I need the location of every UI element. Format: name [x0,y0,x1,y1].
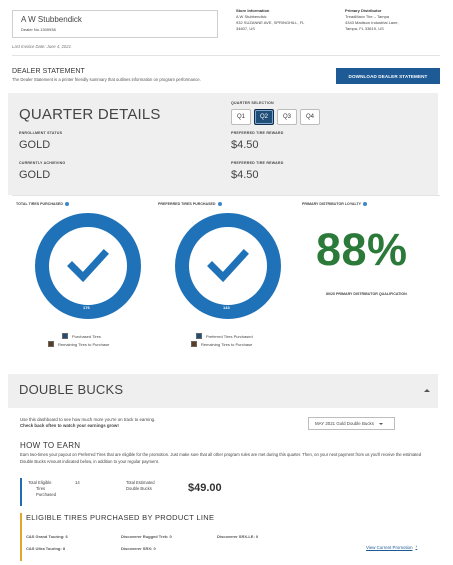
product-line-item: Discoverer Rugged Trek: 0 [121,534,172,539]
donut-ring [35,213,141,319]
info-icon[interactable] [217,202,222,206]
primary-distributor-loyalty-text: PRIMARY DISTRIBUTOR LOYALTY [302,202,362,206]
legend-label: Remaining Tires to Purchase [201,341,253,347]
legend-purchased-tires: Purchased Tires [62,333,101,339]
how-to-earn-title: HOW TO EARN [20,441,81,450]
view-current-promotion-link[interactable]: View Current Promotion › [366,544,417,550]
quarter-details-title: QUARTER DETAILS [19,106,161,123]
info-icon[interactable] [363,202,368,206]
preferred-tire-reward-label: PREFERRED TIRE REWARD [231,131,284,135]
legend-remaining-tires: Remaining Tires to Purchase [48,341,109,347]
enrollment-status-label: ENROLLMENT STATUS [19,131,63,135]
label-line: Double Bucks [126,486,152,491]
total-estimated-label: Total Estimated Double Bucks [126,480,155,492]
legend-preferred-tires: Preferred Tires Purchased [196,333,253,339]
promotion-select-value: MAY 2021 Gold Double Bucks [315,421,374,426]
legend-swatch [196,333,202,339]
total-tires-purchased-text: TOTAL TIRES PURCHASED [16,202,63,206]
preferred-tires-purchased-label: PREFERRED TIRES PURCHASED [158,202,222,206]
primary-distributor: Primary Distributor TreadMaxx Tire – Tam… [345,8,399,32]
legend-swatch [62,333,68,339]
view-current-promotion-text: View Current Promotion [366,544,413,550]
chevron-down-icon [378,422,383,425]
promotion-select[interactable]: MAY 2021 Gold Double Bucks [308,417,395,430]
dealer-name: A W Stubbendick [21,15,82,24]
preferred-tire-reward-label-2: PREFERRED TIRE REWARD [231,161,284,165]
quarter-q2-button[interactable]: Q2 [254,109,274,125]
loyalty-qualification: 80/20 PRIMARY DISTRIBUTOR QUALIFICATION [326,292,407,296]
preferred-tires-purchased-text: PREFERRED TIRES PURCHASED [158,202,216,206]
check-icon [67,249,109,283]
product-line-item: C&S Ultra Touring: 8 [26,546,66,551]
quarter-q1-button[interactable]: Q1 [231,109,251,125]
dealer-number: Dealer No.1309938 [21,27,56,32]
legend-remaining-preferred: Remaining Tires to Purchase [191,341,252,347]
collapse-caret-icon[interactable] [424,389,430,392]
quarter-q4-button[interactable]: Q4 [300,109,320,125]
preferred-tires-value: 143 [223,305,230,310]
total-estimated-value: $49.00 [188,482,222,494]
last-invoice-date: Last Invoice Date: June 4, 2021 [12,44,71,49]
preferred-tire-reward-value-2: $4.50 [231,169,259,181]
legend-swatch [48,341,54,347]
donut-ring [175,213,281,319]
total-eligible-label: Total Eligible Tires Purchased [28,480,56,498]
distributor-line-3: Tampa, FL 33619, US [345,26,384,31]
dealer-box: A W Stubbendick Dealer No.1309938 [12,10,218,38]
check-icon [207,249,249,283]
preferred-tires-donut: 143 [175,213,281,319]
total-tires-purchased-label: TOTAL TIRES PURCHASED [16,202,69,206]
legend-label: Purchased Tires [72,333,101,339]
label-line: Purchased [36,492,57,497]
divider [12,195,440,196]
currently-achieving-value: GOLD [19,169,51,181]
product-line-item: C&S Grand Touring: 6 [26,534,68,539]
total-tires-value: 176 [83,305,90,310]
product-line-item: Discoverer SRX-LE: 0 [217,534,259,539]
double-bucks-title: DOUBLE BUCKS [19,382,124,397]
chevron-right-icon: › [415,544,418,550]
product-line-item: Discoverer SRX: 0 [121,546,156,551]
intro-line-2: Check back often to watch your earnings … [20,423,119,428]
total-tires-donut: 176 [35,213,141,319]
loyalty-percent: 88% [316,224,408,275]
double-bucks-intro: Use this dashboard to see how much more … [20,417,155,429]
download-dealer-statement-button[interactable]: DOWNLOAD DEALER STATEMENT [336,68,440,84]
quarter-selection-label: QUARTER SELECTION [231,101,274,105]
dealer-statement-description: The Dealer Statement is a printer friend… [12,77,201,82]
preferred-tire-reward-value: $4.50 [231,139,259,151]
legend-swatch [191,341,197,347]
double-bucks-summary: Total Eligible Tires Purchased 14 Total … [20,478,246,506]
dealer-statement-title: DEALER STATEMENT [12,68,85,75]
how-to-earn-description: Earn two-times your payout on Preferred … [20,452,422,464]
info-icon[interactable] [64,202,69,206]
total-eligible-value: 14 [75,480,80,485]
legend-label: Remaining Tires to Purchase [58,341,110,347]
enrollment-status-value: GOLD [19,139,51,151]
currently-achieving-label: CURRENTLY ACHIEVING [19,161,66,165]
divider [12,55,440,56]
store-information: Store Information A W Stubbendick 932 SU… [236,8,304,32]
eligible-tires-title: ELIGIBLE TIRES PURCHASED BY PRODUCT LINE [26,513,215,522]
legend-label: Preferred Tires Purchased [206,333,253,339]
quarter-q3-button[interactable]: Q3 [277,109,297,125]
store-line-3: 34607, US [236,26,255,31]
primary-distributor-loyalty-label: PRIMARY DISTRIBUTOR LOYALTY [302,202,368,206]
